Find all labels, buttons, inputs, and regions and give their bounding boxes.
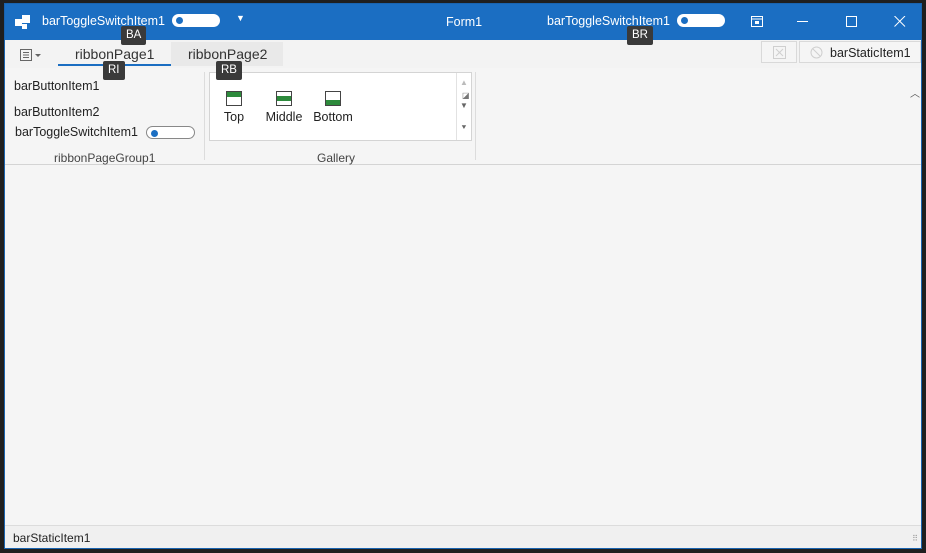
ribbon-display-icon (751, 16, 763, 27)
tab-ribbonpage1[interactable]: ribbonPage1 (75, 46, 154, 62)
keytip-br: BR (627, 26, 653, 45)
align-top-icon (226, 91, 242, 106)
ribbon-display-options-button[interactable] (734, 4, 780, 40)
header-static-item[interactable]: barStaticItem1 (799, 41, 921, 63)
app-logo-icon[interactable] (15, 13, 33, 31)
maximize-icon (846, 16, 857, 27)
window-title: Form1 (446, 15, 483, 29)
group-toggle-switch[interactable] (146, 126, 195, 139)
caption-toggle-switch[interactable] (677, 14, 725, 27)
main-window: barToggleSwitchItem1 ▼ Form1 barToggleSw… (4, 3, 922, 549)
ribbon-page-group1-caption: ribbonPageGroup1 (54, 151, 156, 165)
close-button[interactable] (877, 4, 923, 40)
qat-customize-dropdown-icon[interactable]: ▼ (236, 13, 245, 23)
group-separator-2 (475, 72, 476, 160)
size-grip-icon[interactable]: ⠿ (912, 534, 918, 543)
gallery-item-bottom[interactable]: Bottom (310, 91, 356, 124)
maximize-button[interactable] (829, 4, 875, 40)
qat-toggle-switch[interactable] (172, 14, 220, 27)
align-bottom-icon (325, 91, 341, 106)
gallery-item-middle-label: Middle (265, 110, 303, 124)
header-static-item-label: barStaticItem1 (830, 46, 911, 60)
group-separator (204, 72, 205, 160)
client-area (5, 165, 921, 525)
align-middle-icon (276, 91, 292, 106)
gallery-dialog-launcher-icon[interactable]: ◪ (462, 91, 470, 100)
gallery-item-bottom-label: Bottom (313, 110, 353, 124)
status-static-item: barStaticItem1 (13, 531, 91, 545)
static-item-icon (810, 46, 823, 59)
keytip-rb: RB (216, 61, 242, 80)
application-menu-icon[interactable] (19, 48, 43, 62)
keytip-ba: BA (121, 26, 147, 45)
bar-button-item-1[interactable]: barButtonItem1 (14, 79, 99, 93)
minimize-button[interactable] (780, 4, 826, 40)
status-bar: barStaticItem1 ⠿ (5, 525, 921, 548)
keytip-ri: RI (103, 61, 125, 80)
gallery: Top Middle Bottom ▲ ▼ ⯆ (209, 72, 472, 141)
gallery-item-middle[interactable]: Middle (262, 91, 306, 124)
group-toggle-label: barToggleSwitchItem1 (15, 125, 138, 139)
disabled-close-icon (773, 46, 786, 59)
ribbon-page-content: barButtonItem1 barButtonItem2 barToggleS… (5, 68, 921, 165)
minimize-icon (797, 21, 808, 22)
header-disabled-button[interactable] (761, 41, 797, 63)
qat-toggle-label: barToggleSwitchItem1 (42, 14, 165, 28)
bar-button-item-2[interactable]: barButtonItem2 (14, 105, 99, 119)
gallery-item-top-label: Top (223, 110, 245, 124)
close-icon (894, 16, 906, 27)
tab-ribbonpage2[interactable]: ribbonPage2 (188, 46, 267, 62)
gallery-item-top[interactable]: Top (219, 91, 249, 124)
gallery-group-caption: Gallery (317, 151, 356, 165)
collapse-ribbon-icon[interactable]: ︿ (910, 85, 920, 100)
gallery-expand-icon[interactable]: ⯆ (456, 117, 471, 140)
